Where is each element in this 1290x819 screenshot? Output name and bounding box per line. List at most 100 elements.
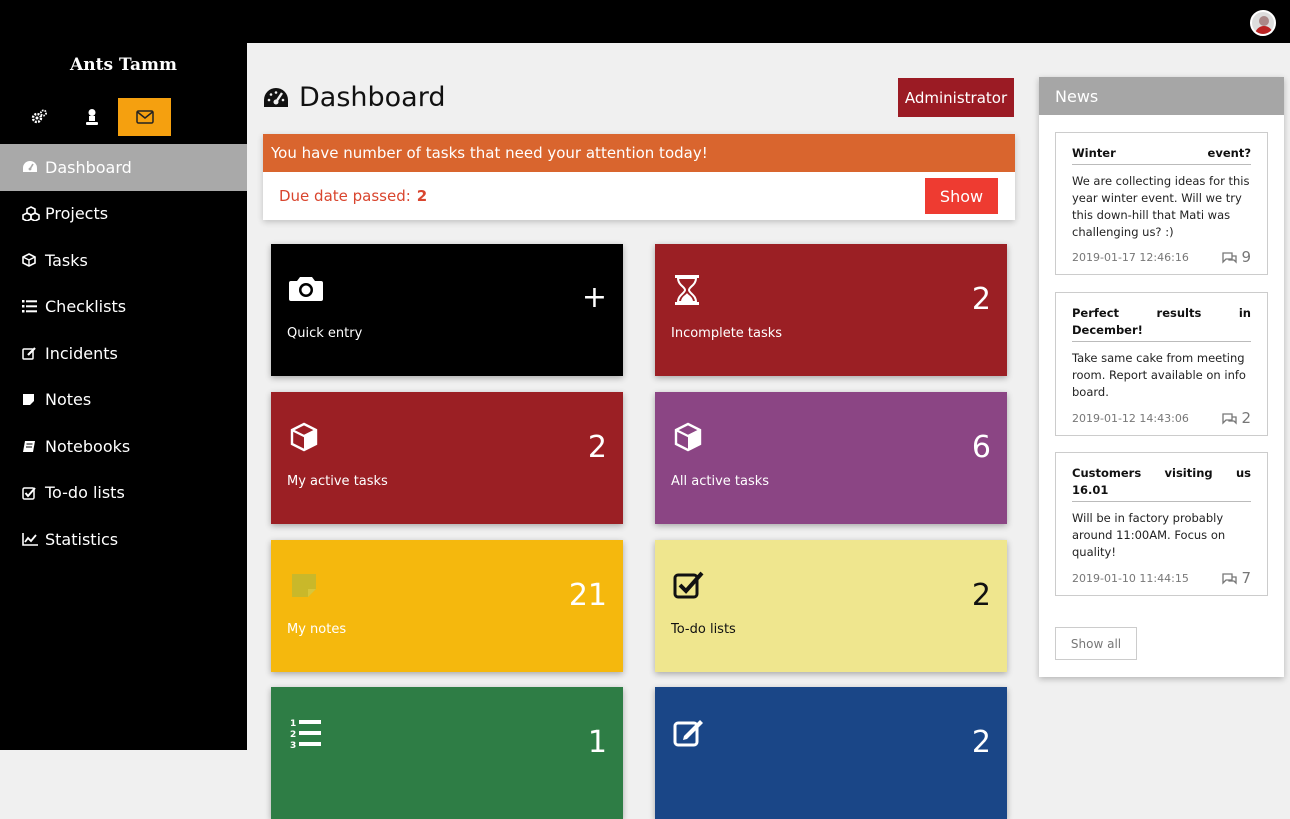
sidebar-item-label: Projects: [45, 204, 109, 224]
tile-incomplete-tasks[interactable]: Incomplete tasks 2: [655, 244, 1007, 376]
tile-my-notes[interactable]: My notes 21: [271, 540, 623, 672]
alert-message: You have number of tasks that need your …: [263, 134, 1015, 172]
tile-all-active-tasks[interactable]: All active tasks 6: [655, 392, 1007, 524]
tile-my-active-tasks[interactable]: My active tasks 2: [271, 392, 623, 524]
news-item-comments[interactable]: 7: [1221, 569, 1251, 587]
envelope-icon: [135, 110, 154, 124]
svg-text:3: 3: [290, 741, 296, 749]
tile-quick-entry[interactable]: Quick entry +: [271, 244, 623, 376]
news-item-date: 2019-01-17 12:46:16: [1072, 250, 1189, 264]
tile-label: Quick entry: [287, 326, 363, 341]
comments-icon: [1222, 251, 1238, 264]
sidebar-item-label: Notebooks: [45, 436, 131, 456]
dashboard-icon: [22, 160, 42, 174]
tile-count: 6: [971, 430, 991, 465]
news-item[interactable]: Perfect results in December! Take same c…: [1055, 292, 1268, 436]
tile-count: 1: [587, 725, 607, 760]
check-square-icon: [673, 570, 705, 600]
tile-count: 2: [971, 725, 991, 760]
gears-icon: [31, 109, 47, 124]
news-item-text: We are collecting ideas for this year wi…: [1072, 174, 1250, 239]
news-item-title: Customers visiting us 16.01: [1072, 465, 1251, 502]
news-item-comments[interactable]: 9: [1221, 248, 1251, 266]
news-item[interactable]: Winter event? We are collecting ideas fo…: [1055, 132, 1268, 275]
svg-text:1: 1: [290, 719, 296, 729]
sidebar-item-label: Statistics: [45, 529, 119, 549]
show-button[interactable]: Show: [925, 178, 998, 214]
sidebar-item-todo-lists[interactable]: To-do lists: [0, 470, 247, 517]
sidebar-item-notebooks[interactable]: Notebooks: [0, 423, 247, 470]
sidebar: Ants Tamm Dashboard Projects Tasks Check…: [0, 43, 247, 750]
edit-icon: [22, 346, 42, 360]
cube-icon: [289, 422, 319, 452]
sidebar-item-label: Tasks: [45, 250, 88, 270]
news-item-footer: 2019-01-12 14:43:06 2: [1072, 409, 1251, 427]
alert-body: Due date passed: 2 Show: [263, 172, 1015, 220]
sidebar-nav: Dashboard Projects Tasks Checklists Inci…: [0, 144, 247, 563]
ordered-list-icon: 123: [289, 717, 323, 749]
tile-label: My notes: [287, 622, 347, 637]
dashboard-icon: [262, 86, 290, 110]
list-icon: [22, 300, 42, 313]
sidebar-item-dashboard[interactable]: Dashboard: [0, 144, 247, 191]
sticky-note-icon: [22, 393, 42, 406]
tile-count: 2: [971, 578, 991, 613]
cube-icon: [22, 253, 42, 268]
user-name: Ants Tamm: [70, 55, 177, 75]
tile-count: 21: [568, 578, 607, 613]
tile-label: All active tasks: [671, 474, 770, 489]
news-item-title: Perfect results in December!: [1072, 305, 1251, 342]
sidebar-item-label: Checklists: [45, 297, 127, 317]
page-title: Dashboard: [262, 82, 445, 113]
top-bar: [0, 0, 1290, 43]
sticky-note-icon: [289, 570, 319, 600]
tile-count: +: [581, 280, 607, 315]
news-item-date: 2019-01-10 11:44:15: [1072, 571, 1189, 585]
user-icon: [85, 109, 98, 125]
sidebar-item-label: Notes: [45, 390, 92, 410]
news-item[interactable]: Customers visiting us 16.01 Will be in f…: [1055, 452, 1268, 596]
line-chart-icon: [22, 532, 42, 546]
tile-label: To-do lists: [671, 622, 736, 637]
news-panel: News Winter event? We are collecting ide…: [1039, 77, 1284, 677]
sidebar-item-checklists[interactable]: Checklists: [0, 284, 247, 331]
due-date-label: Due date passed:: [279, 187, 411, 205]
svg-text:2: 2: [290, 730, 296, 740]
tile-count: 2: [587, 430, 607, 465]
sidebar-item-incidents[interactable]: Incidents: [0, 330, 247, 377]
tile-incidents[interactable]: 2: [655, 687, 1007, 819]
messages-button[interactable]: [118, 98, 171, 136]
page-title-text: Dashboard: [299, 82, 446, 113]
tile-todo-lists[interactable]: To-do lists 2: [655, 540, 1007, 672]
tile-count: 2: [971, 282, 991, 317]
sidebar-icon-bar: [12, 98, 171, 136]
administrator-button[interactable]: Administrator: [898, 78, 1014, 117]
profile-button[interactable]: [65, 98, 118, 136]
sidebar-item-projects[interactable]: Projects: [0, 191, 247, 238]
comments-icon: [1222, 412, 1238, 425]
sidebar-item-notes[interactable]: Notes: [0, 377, 247, 424]
attention-alert: You have number of tasks that need your …: [263, 134, 1015, 220]
news-item-text: Will be in factory probably around 11:00…: [1072, 511, 1226, 559]
camera-icon: [289, 274, 323, 302]
news-item-title: Winter event?: [1072, 145, 1251, 165]
tile-checklists[interactable]: 123 1: [271, 687, 623, 819]
news-item-comments[interactable]: 2: [1221, 409, 1251, 427]
comments-icon: [1222, 572, 1238, 585]
edit-icon: [673, 717, 705, 747]
user-avatar[interactable]: [1250, 10, 1276, 36]
due-date-count: 2: [416, 187, 428, 205]
sidebar-item-tasks[interactable]: Tasks: [0, 237, 247, 284]
news-item-footer: 2019-01-10 11:44:15 7: [1072, 569, 1251, 587]
tile-label: My active tasks: [287, 474, 388, 489]
sidebar-item-statistics[interactable]: Statistics: [0, 516, 247, 563]
settings-button[interactable]: [12, 98, 65, 136]
sidebar-item-label: To-do lists: [45, 483, 125, 503]
tile-label: Incomplete tasks: [671, 326, 783, 341]
cube-icon: [673, 422, 703, 452]
news-item-footer: 2019-01-17 12:46:16 9: [1072, 248, 1251, 266]
news-header: News: [1039, 77, 1284, 115]
hourglass-icon: [673, 274, 701, 306]
show-all-button[interactable]: Show all: [1055, 627, 1137, 660]
sidebar-item-label: Dashboard: [45, 157, 132, 177]
